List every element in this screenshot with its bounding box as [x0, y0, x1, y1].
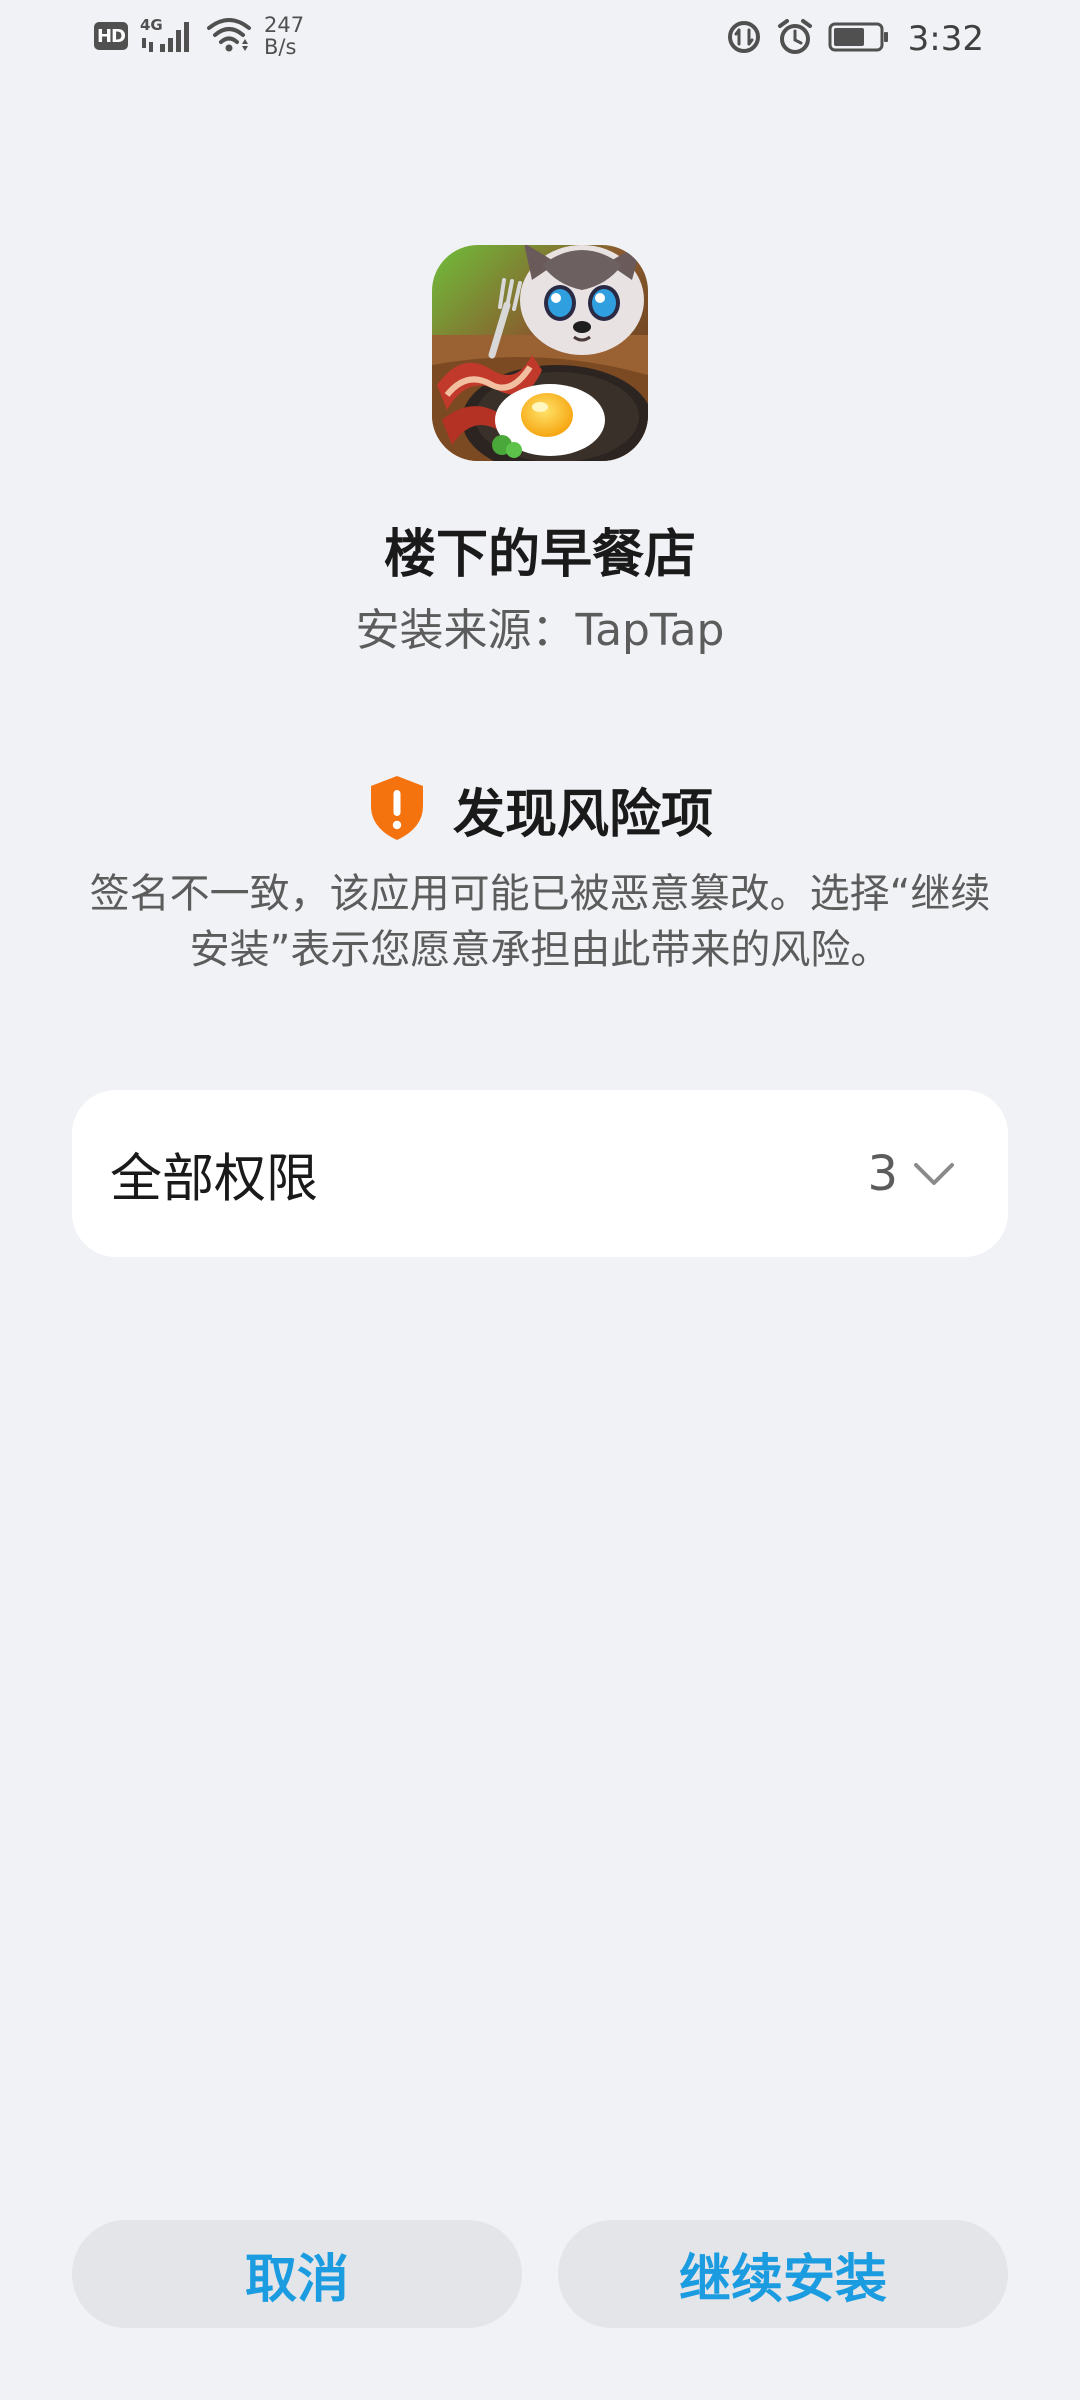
shield-warning-icon — [367, 774, 427, 846]
status-bar-right: 3:32 — [726, 18, 984, 60]
status-time: 3:32 — [907, 19, 984, 59]
cancel-button[interactable]: 取消 — [72, 2220, 522, 2328]
network-speed-unit: B/s — [264, 35, 297, 59]
continue-install-button[interactable]: 继续安装 — [558, 2220, 1008, 2328]
alarm-icon — [776, 18, 814, 60]
risk-header: 发现风险项 — [0, 772, 1080, 847]
hd-icon: HD — [94, 22, 128, 50]
risk-description: 签名不一致，该应用可能已被恶意篡改。选择“继续安装”表示您愿意承担由此带来的风险… — [89, 871, 991, 973]
all-permissions-label: 全部权限 — [110, 1149, 319, 1209]
permissions-count: 3 — [867, 1145, 898, 1202]
battery-icon — [828, 21, 890, 57]
network-speed: 247 B/s — [264, 14, 304, 58]
signal-icon: 4G — [140, 16, 194, 56]
all-permissions-row[interactable]: 全部权限 3 — [72, 1090, 1008, 1257]
network-speed-value: 247 — [264, 13, 305, 37]
install-source: 安装来源：TapTap — [355, 605, 725, 656]
status-bar: HD 4G 247 B/s 3:32 — [0, 0, 1080, 80]
app-icon — [432, 245, 648, 461]
status-bar-left: HD 4G 247 B/s — [94, 14, 304, 58]
app-name: 楼下的早餐店 — [383, 525, 696, 585]
risk-title: 发现风险项 — [452, 785, 713, 845]
data-saver-icon — [726, 19, 762, 59]
install-screen: HD 4G 247 B/s 3:32 楼下的早餐店 安装来源：TapTap 发现… — [0, 0, 1080, 2400]
chevron-down-icon[interactable] — [912, 1159, 956, 1189]
wifi-icon — [206, 14, 252, 58]
